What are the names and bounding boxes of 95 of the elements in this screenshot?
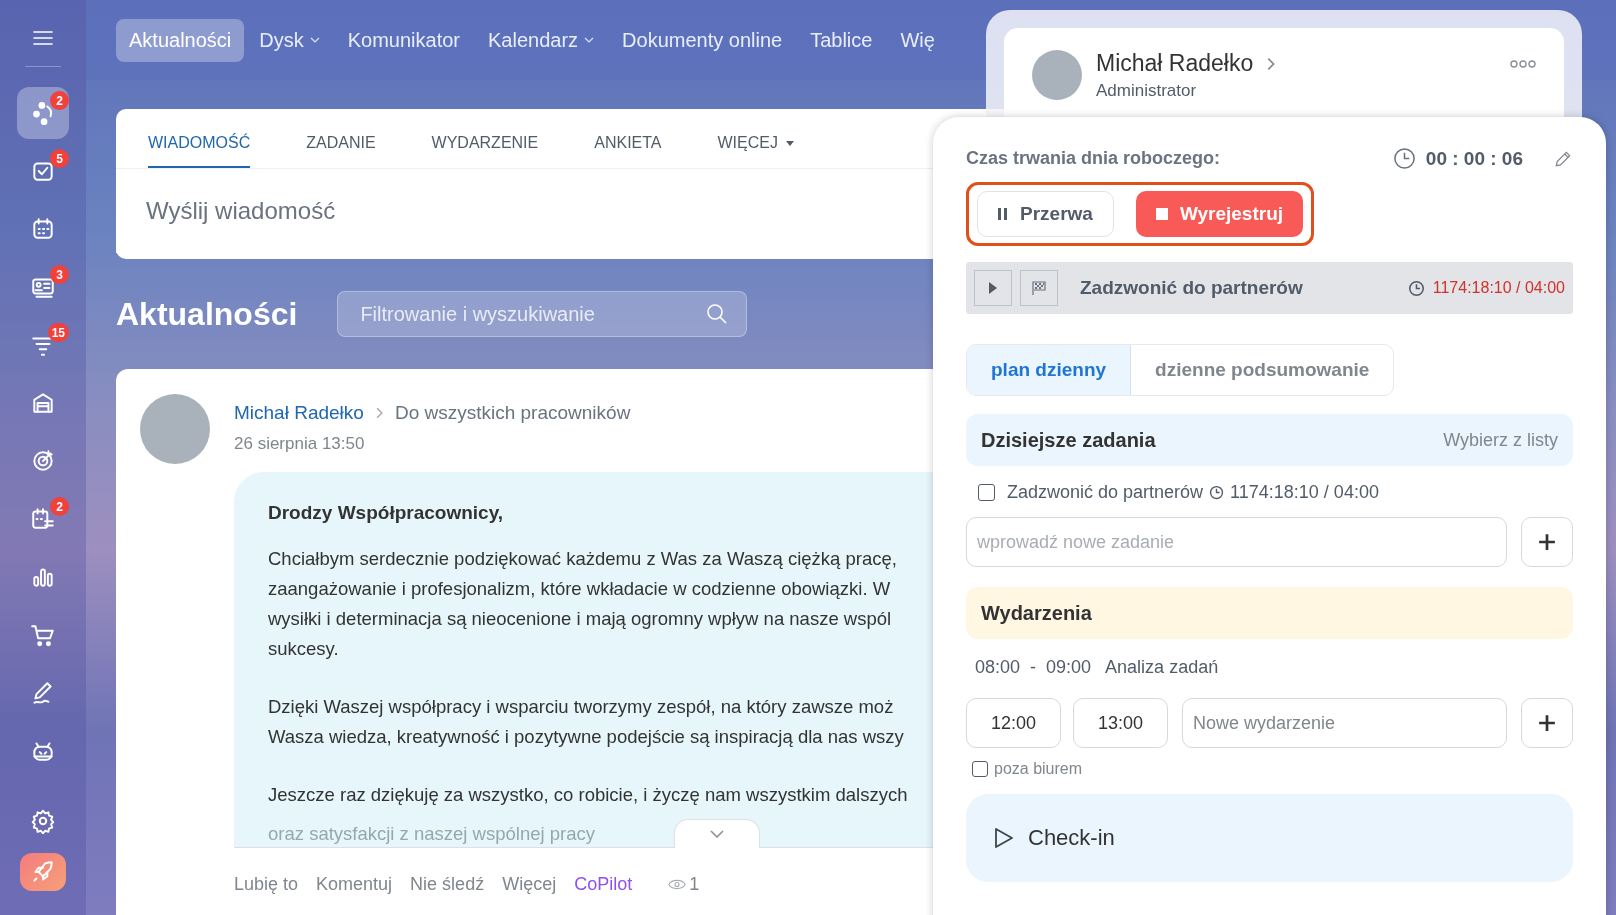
post-action-link[interactable]: Lubię to [234,874,299,895]
event-title: Analiza zadań [1105,657,1219,678]
play-icon [989,282,997,294]
nav-tab[interactable]: Dokumenty online [609,18,796,62]
stop-icon [1155,208,1168,220]
counter-badge: 3 [50,265,69,284]
composer-tab[interactable]: WYDARZENIE [431,109,539,168]
message-line: Jeszcze raz dziękuję za wszystko, co robicie, i życzę nam wszystkim dalszych [268,783,908,807]
checkbox-label: poza biurem [994,760,1083,778]
new-task-field[interactable]: wprowadź nowe zadanie [966,517,1507,567]
nav-tab[interactable]: Kalendarz [475,18,608,62]
nav-tab[interactable]: Wię [887,18,935,62]
counter-badge: 15 [47,323,69,342]
add-button[interactable] [1521,517,1573,567]
end-time-field[interactable]: 13:00 [1073,698,1168,748]
counter-badge: 2 [50,497,69,516]
task-timer: 1174:18:10 / 04:00 [1230,482,1379,503]
message-line: Chciałbym serdecznie podziękować każdemu z Was za Waszą ciężką pracę, [268,547,897,571]
task-checkbox[interactable] [978,484,995,501]
sidebar-item[interactable]: 2 [17,87,69,139]
calendar-icon [30,216,56,242]
chevron-right-icon [375,407,383,419]
pause-button[interactable]: Przerwa [977,191,1114,237]
nav-tab[interactable]: Dysk [246,18,333,62]
author-link[interactable]: Michał Radełko [234,402,364,424]
task-timer: 1174:18:10 / 04:00 [1432,279,1565,297]
cart-icon [30,622,56,648]
post-action-link[interactable]: Nie śledź [410,874,485,895]
new-event-field[interactable]: Nowe wydarzenie [1182,698,1507,748]
sidebar-item[interactable]: 5 [17,145,69,197]
clock-icon [1209,485,1225,500]
recipient-text: Do wszystkich pracowników [394,402,631,424]
sidebar-item[interactable]: 3 [17,261,69,313]
more-icon[interactable] [1510,60,1536,68]
start-time-field[interactable]: 12:00 [966,698,1061,748]
page-title: Aktualności [116,295,298,333]
greeting-text: Drodzy Współpracownicy, [268,502,504,524]
post-action-link[interactable]: Więcej [502,874,557,895]
task-title: Zadzwonić do partnerów [1007,482,1204,503]
section-title: Wydarzenia [981,601,1093,625]
plus-icon [1538,533,1556,551]
section-title: Dzisiejsze zadania [981,428,1157,452]
play-button[interactable] [974,270,1012,306]
post-date: 26 sierpnia 13:50 [234,434,365,454]
target-icon [30,448,56,474]
event-time: 08:00 [975,657,1021,678]
eye-icon [668,879,687,890]
view-count: 1 [689,874,700,895]
message-line: oraz satysfakcji z naszej wspólnej pracy [268,822,595,846]
composer-tab[interactable]: ANKIETA [594,109,662,168]
check-in-button[interactable]: Check-in [966,794,1573,882]
play-icon [994,827,1014,849]
composer-tab[interactable]: WIĘCEJ [717,109,794,168]
settings-icon [30,808,56,834]
clock-icon [1392,147,1416,170]
message-line: wysiłki i determinacja są nieocenione i mają ogromny wpływ na nasze wspól [268,607,892,631]
current-task-title: Zadzwonić do partnerów [1080,277,1304,299]
choose-from-list-link[interactable]: Wybierz z listy [1443,429,1558,451]
clock-icon [1407,279,1425,297]
schedule-icon [30,506,56,532]
rocket-icon [30,859,56,885]
nav-tab[interactable]: Aktualności [116,18,245,62]
sidebar-item[interactable] [20,853,66,891]
chevron-right-icon [1267,56,1276,71]
pause-icon [998,208,1008,220]
counter-badge: 5 [50,149,69,168]
message-line: sukcesy. [268,637,339,661]
finish-button[interactable] [1020,270,1058,306]
warehouse-icon [30,390,56,416]
composer-tab[interactable]: ZADANIE [306,109,376,168]
workday-timer: 00 : 00 : 06 [1425,147,1523,170]
post-action-link[interactable]: Komentuj [316,874,393,895]
sidebar-item[interactable]: 15 [17,319,69,371]
sidebar-item[interactable]: 2 [17,493,69,545]
profile-role: Administrator [1096,81,1198,101]
stop-button[interactable]: Wyrejestruj [1135,191,1303,237]
chevron-down-icon [710,830,724,838]
time-separator: - [1030,657,1037,678]
event-time: 09:00 [1046,657,1092,678]
checkbox[interactable] [972,761,988,777]
plus-icon [1538,714,1556,732]
message-line: zaangażowanie i profesjonalizm, które wkładacie w codzienne obowiązki. W [268,577,891,601]
counter-badge: 2 [50,91,69,110]
workday-label: Czas trwania dnia roboczego: [966,148,1222,169]
nav-tab[interactable]: Komunikator [334,18,473,62]
post-action-link[interactable]: CoPilot [574,874,633,895]
profile-name[interactable]: Michał Radełko [1096,50,1254,77]
add-button[interactable] [1521,698,1573,748]
avatar [1032,50,1082,100]
message-line: Wasza wiedza, kreatywność i pozytywne podejście są inspiracją dla nas wszy [268,725,904,749]
nav-tab[interactable]: Tablice [797,18,886,62]
flag-icon [1031,280,1047,296]
plan-tab[interactable]: plan dzienny [967,345,1132,395]
plan-tab[interactable]: dzienne podsumowanie [1131,345,1394,395]
message-line: Dzięki Waszej współpracy i wsparciu tworzymy zespół, na który zawsze moż [268,695,894,719]
